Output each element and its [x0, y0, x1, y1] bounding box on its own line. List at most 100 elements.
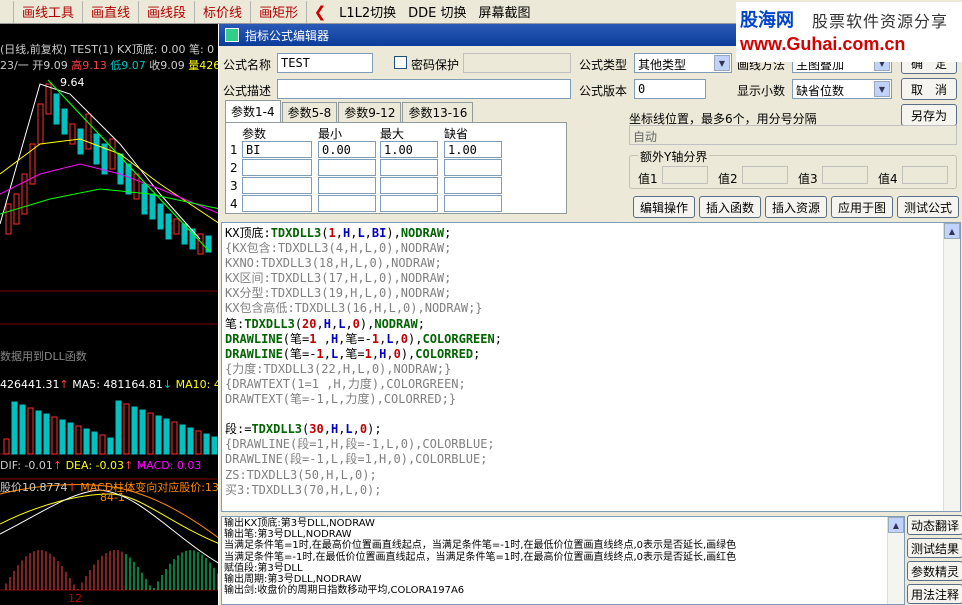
y-axis-value1-input[interactable]	[662, 166, 708, 184]
volume-bar	[67, 422, 74, 455]
output-panel[interactable]: 输出KX顶底:第3号DLL,NODRAW 输出笔:第3号DLL,NODRAW 当…	[221, 516, 905, 605]
watermark-banner: 股海网 股票软件资源分享 www.Guhai.com.cn	[736, 2, 962, 62]
insert-resource-button[interactable]: 插入资源	[765, 196, 827, 218]
param-name-input[interactable]	[242, 159, 312, 176]
toolbar-l1l2-button[interactable]: L1L2切换	[333, 1, 402, 23]
volume-bar	[3, 438, 10, 455]
volume-info: 426441.31↑ MA5: 481164.81↓ MA10: 452	[0, 378, 220, 391]
toolbar-line-button[interactable]: 画直线	[83, 0, 140, 23]
chevron-left-icon[interactable]: ❮	[307, 1, 333, 23]
test-formula-button[interactable]: 测试公式	[897, 196, 959, 218]
param-def-input[interactable]	[444, 195, 502, 212]
param-max-input[interactable]	[380, 159, 438, 176]
app-icon	[225, 28, 239, 42]
dif-value: DIF: -0.01	[0, 459, 53, 472]
param-name-input[interactable]: BI	[242, 141, 312, 158]
formula-version-input[interactable]: 0	[634, 79, 706, 99]
output-scrollbar[interactable]: ▲	[887, 517, 904, 604]
formula-type-select[interactable]: 其他类型 ▼	[634, 53, 732, 73]
toolbar-rect-button[interactable]: 画矩形	[251, 0, 308, 23]
param-min-input[interactable]	[318, 195, 376, 212]
formula-version-label: 公式版本	[579, 84, 628, 98]
param-header-default: 缺省	[444, 127, 469, 141]
stock-chart[interactable]: (日线,前复权) TEST(1) KX顶底: 0.00 笔: 0 23/一 开9…	[0, 24, 220, 605]
insert-function-button[interactable]: 插入函数	[699, 196, 761, 218]
volume-bar	[195, 430, 202, 455]
param-min-input[interactable]: 0.00	[318, 141, 376, 158]
formula-desc-input[interactable]	[277, 79, 571, 99]
toolbar-price-line-button[interactable]: 标价线	[195, 0, 252, 23]
formula-name-input[interactable]: TEST	[277, 53, 373, 73]
volume-bar	[203, 433, 210, 455]
y-axis-value3-input[interactable]	[822, 166, 868, 184]
ohlc-open: 23/一 开9.09	[0, 59, 68, 72]
param-max-input[interactable]	[380, 195, 438, 212]
output-text: 输出KX顶底:第3号DLL,NODRAW 输出笔:第3号DLL,NODRAW 当…	[224, 518, 737, 597]
macd-layer	[5, 550, 219, 590]
volume-bar	[115, 400, 122, 455]
param-min-input[interactable]	[318, 159, 376, 176]
cancel-button[interactable]: 取 消	[901, 78, 957, 100]
save-as-button[interactable]: 另存为	[901, 104, 957, 126]
param-def-input[interactable]: 1.00	[444, 141, 502, 158]
param-def-input[interactable]	[444, 177, 502, 194]
param-name-input[interactable]	[242, 177, 312, 194]
candle	[77, 128, 84, 155]
toolbar-draw-tool-button[interactable]: 画线工具	[14, 0, 84, 23]
candle	[53, 93, 60, 125]
dynamic-translate-button[interactable]: 动态翻译	[907, 515, 962, 535]
coord-line-input[interactable]: 自动	[629, 125, 957, 145]
toolbar-handle	[0, 0, 14, 23]
volume-bar	[75, 425, 82, 455]
param-wizard-button[interactable]: 参数精灵	[907, 561, 962, 581]
decimal-select[interactable]: 缺省位数 ▼	[792, 79, 892, 99]
code-editor[interactable]: KX顶底:TDXDLL3(1,H,L,BI),NODRAW; {KX包含:TDX…	[221, 222, 961, 512]
param-def-input[interactable]	[444, 159, 502, 176]
param-header-max: 最大	[380, 127, 405, 141]
candle	[69, 123, 76, 145]
param-min-input[interactable]	[318, 177, 376, 194]
param-panel: 参数 最小 最大 缺省 1 BI 0.00 1.00 1.00 2 3 4	[225, 122, 567, 214]
tab-params-9-12[interactable]: 参数9-12	[338, 102, 402, 122]
ohlc-low: 低9.07	[110, 59, 146, 72]
tab-params-1-4[interactable]: 参数1-4	[225, 100, 281, 122]
candle	[85, 113, 92, 150]
test-result-button[interactable]: 测试结果	[907, 538, 962, 558]
param-row-index: 2	[230, 161, 238, 175]
chevron-down-icon: ▼	[714, 55, 730, 71]
scroll-up-icon[interactable]: ▲	[944, 223, 960, 239]
toolbar-segment-button[interactable]: 画线段	[139, 0, 196, 23]
y-axis-value1-label: 值1	[638, 172, 658, 186]
toolbar-dde-button[interactable]: DDE 切换	[402, 1, 472, 23]
param-name-input[interactable]	[242, 195, 312, 212]
param-tabs: 参数1-4 参数5-8 参数9-12 参数13-16	[225, 100, 474, 122]
banner-url: www.Guhai.com.cn	[740, 34, 906, 54]
param-row-index: 4	[230, 197, 238, 211]
password-checkbox[interactable]	[394, 56, 407, 69]
param-max-input[interactable]	[380, 177, 438, 194]
candle	[149, 193, 156, 220]
editor-scrollbar[interactable]: ▲	[943, 223, 960, 511]
password-label: 密码保护	[411, 58, 460, 72]
y-axis-value4-label: 值4	[878, 172, 898, 186]
y-axis-group: 额外Y轴分界 值1 值2 值3 值4	[629, 148, 957, 189]
password-input[interactable]	[463, 53, 571, 73]
tab-params-5-8[interactable]: 参数5-8	[281, 102, 338, 122]
y-axis-value2-input[interactable]	[742, 166, 788, 184]
screen: 画线工具 画直线 画线段 标价线 画矩形 ❮ L1L2切换 DDE 切换 屏幕截…	[0, 0, 962, 605]
scroll-up-icon[interactable]: ▲	[888, 517, 904, 533]
apply-to-chart-button[interactable]: 应用于图	[831, 196, 893, 218]
edit-ops-button[interactable]: 编辑操作	[633, 196, 695, 218]
volume-bar	[43, 413, 50, 455]
candle	[93, 133, 100, 165]
param-max-input[interactable]: 1.00	[380, 141, 438, 158]
y-axis-value3-label: 值3	[798, 172, 818, 186]
usage-notes-button[interactable]: 用法注释	[907, 584, 962, 604]
toolbar-screenshot-button[interactable]: 屏幕截图	[472, 1, 536, 23]
candles-layer	[5, 83, 212, 255]
volume-bar	[35, 410, 42, 455]
volume-bar	[147, 412, 154, 455]
volume-bar	[139, 409, 146, 455]
tab-params-13-16[interactable]: 参数13-16	[402, 102, 474, 122]
y-axis-value4-input[interactable]	[902, 166, 948, 184]
